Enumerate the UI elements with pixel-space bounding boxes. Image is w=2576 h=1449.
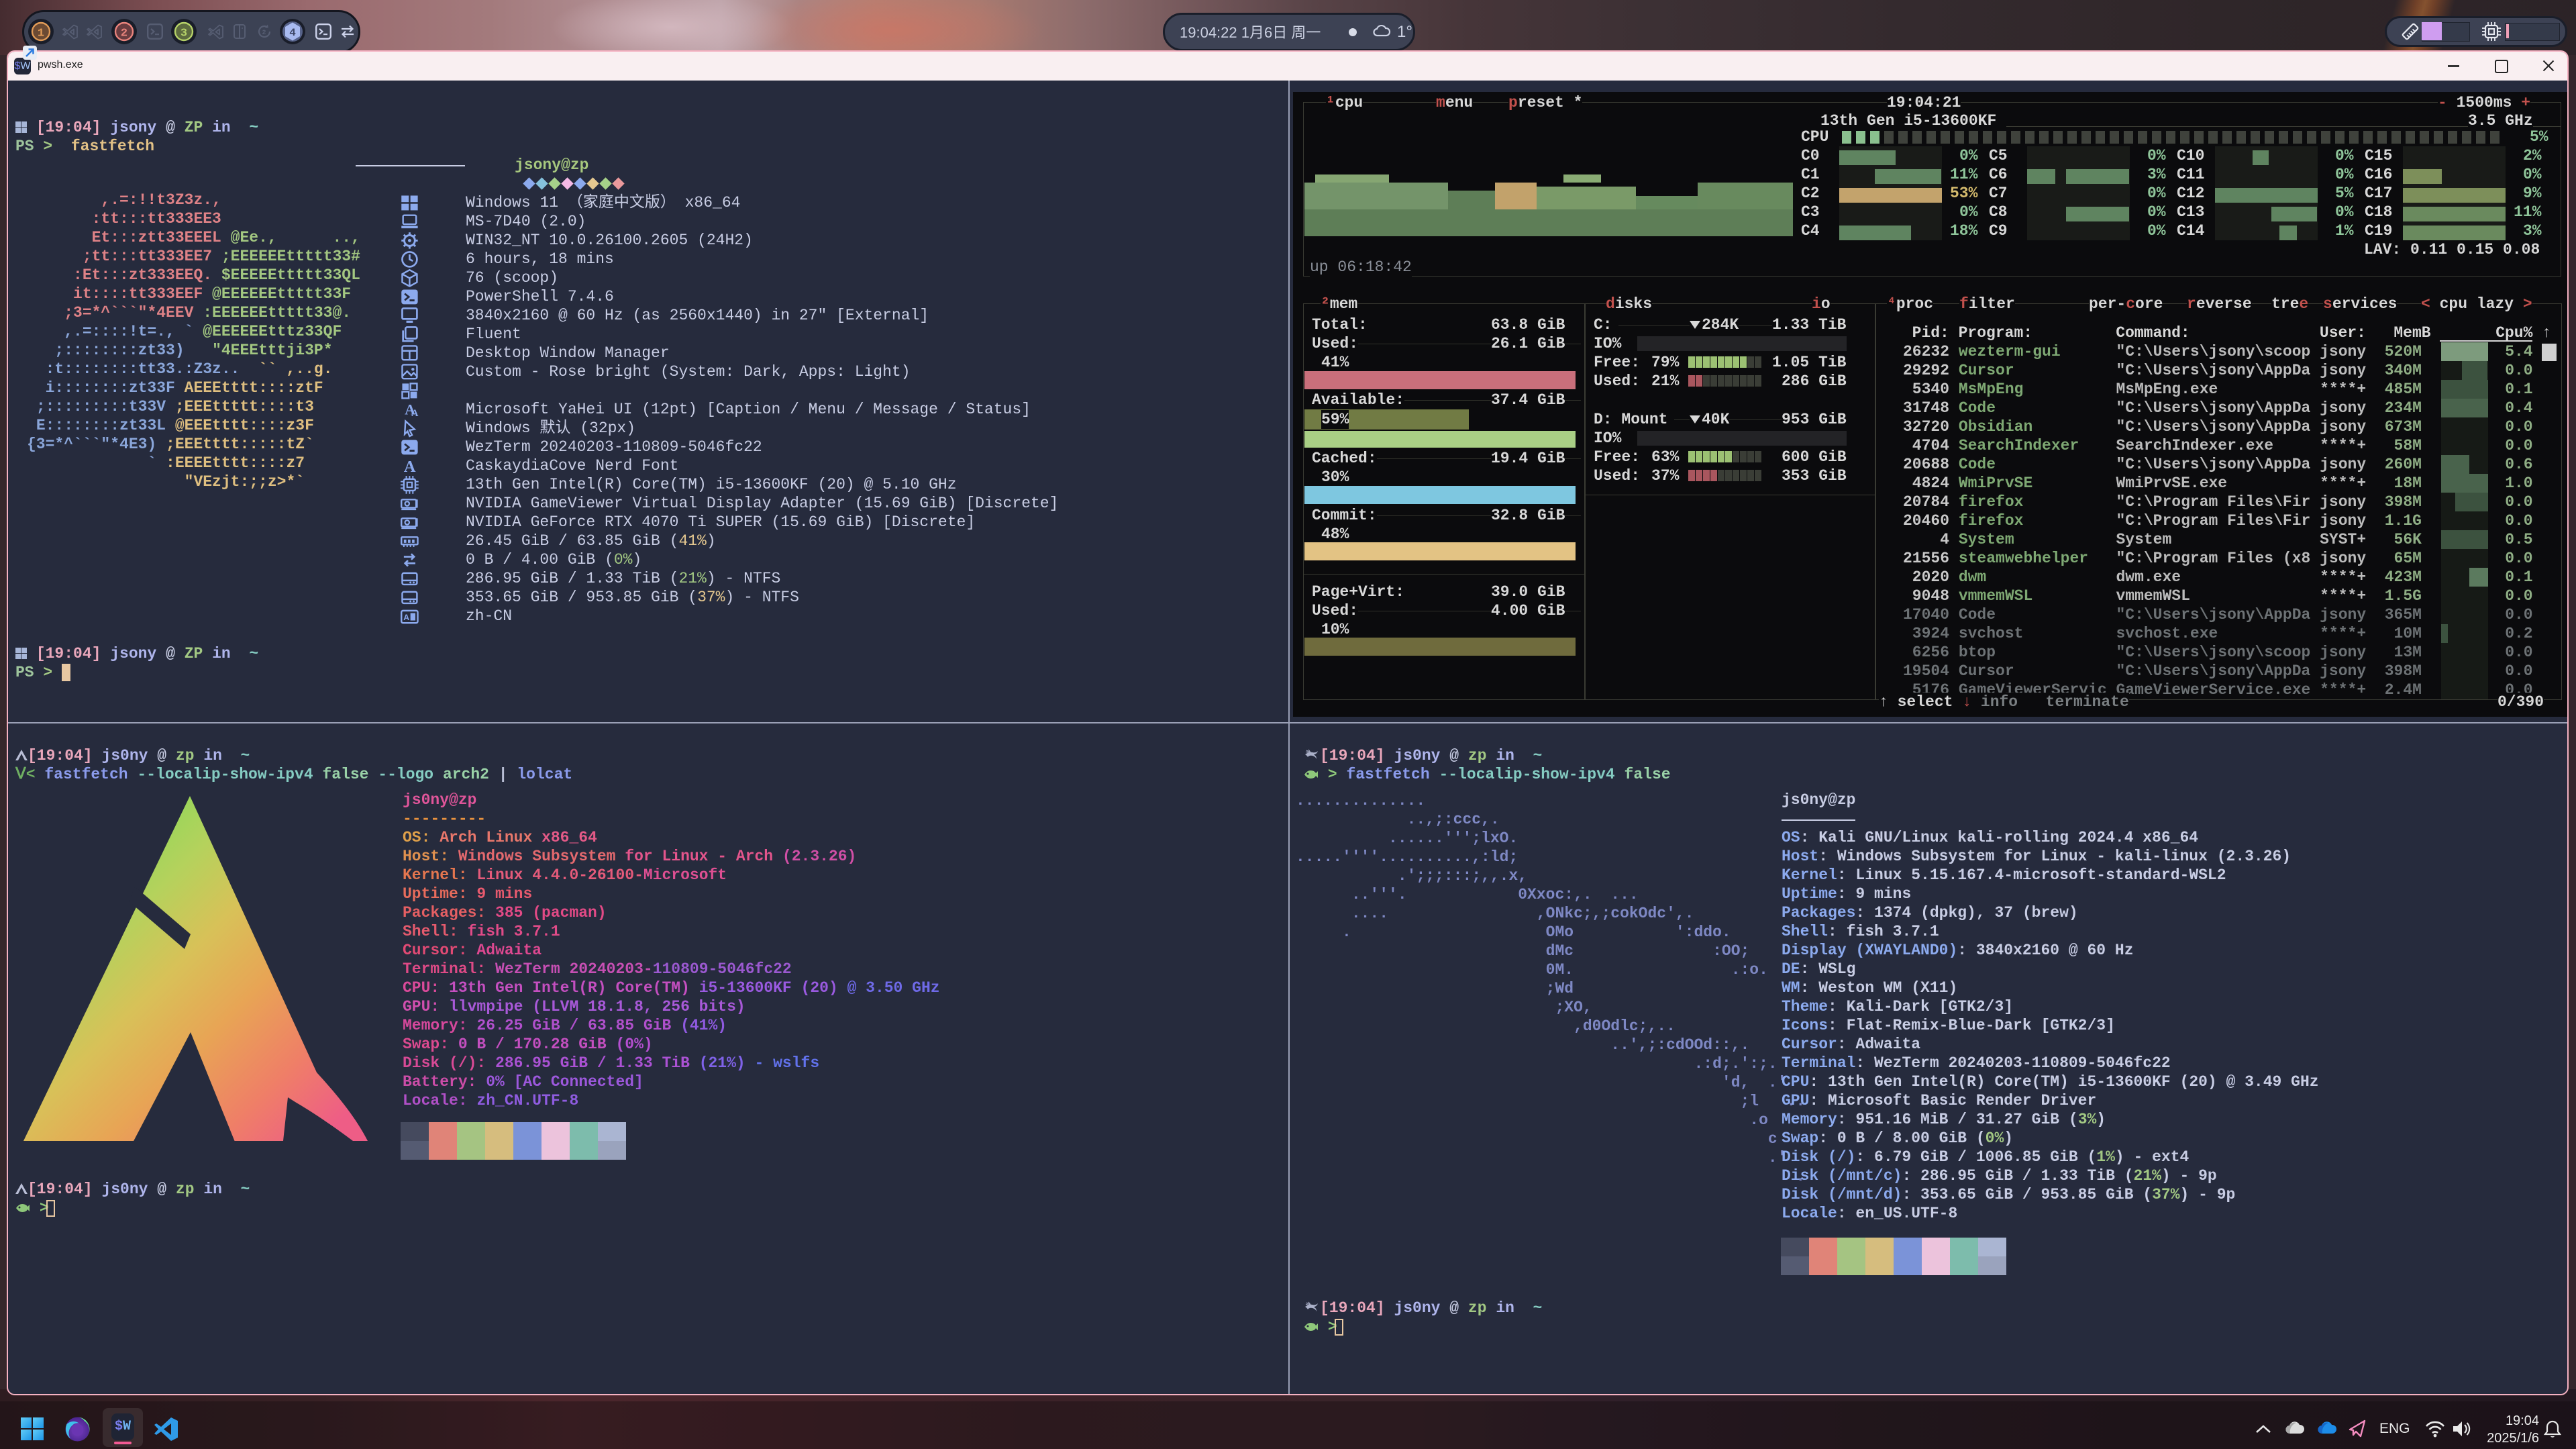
svg-text:2: 2 xyxy=(121,28,127,40)
svg-text:A: A xyxy=(404,458,416,475)
svg-text:2: 2 xyxy=(262,30,266,37)
svg-text:A: A xyxy=(403,613,409,622)
svg-text:4: 4 xyxy=(289,27,296,39)
svg-text:A: A xyxy=(411,408,419,419)
svg-text:1: 1 xyxy=(38,28,44,40)
svg-text:3: 3 xyxy=(181,28,187,40)
